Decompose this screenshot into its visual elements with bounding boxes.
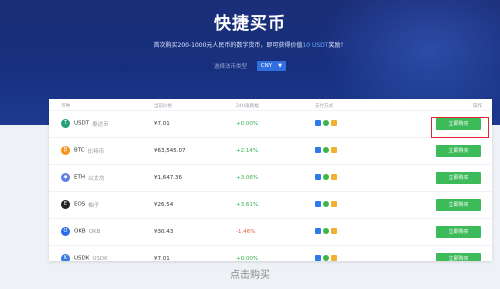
alipay-icon (331, 201, 337, 207)
bank-card-icon (315, 120, 321, 126)
table-row: K USDK USDK ¥7.01 +0.00% 立即购买 (49, 245, 492, 261)
coin-symbol: OKB (74, 228, 86, 235)
price: ¥63,545.07 (154, 148, 186, 154)
coin-symbol: BTC (74, 147, 85, 154)
table-row: ₿ BTC 比特币 ¥63,545.07 +2.14% 立即购买 (49, 137, 492, 164)
coin-icon: ◆ (61, 173, 70, 182)
bank-card-icon (315, 201, 321, 207)
wechat-pay-icon (323, 174, 329, 180)
change: +0.00% (236, 121, 259, 127)
coin-name: 泰达币 (92, 121, 109, 128)
bank-card-icon (315, 255, 321, 261)
coin-cell: T USDT 泰达币 (61, 119, 109, 128)
header-payment: 支付方式 (315, 104, 333, 109)
coin-name: OKB (88, 228, 101, 235)
payment-methods (315, 120, 339, 127)
coin-name: USDK (92, 255, 108, 262)
bank-card-icon (315, 174, 321, 180)
coin-symbol: USDT (74, 120, 90, 127)
subtitle-text-before: 首次购买200-1000元人民币的数字货币，即可获得价值 (153, 42, 303, 49)
payment-methods (315, 147, 339, 154)
table-row: T USDT 泰达币 ¥7.01 +0.00% 立即购买 (49, 110, 492, 137)
bank-card-icon (315, 147, 321, 153)
payment-methods (315, 201, 339, 208)
bank-card-icon (315, 228, 321, 234)
coin-name: 柚子 (88, 202, 100, 209)
buy-now-button[interactable]: 立即购买 (436, 172, 481, 184)
hero-subtitle: 首次购买200-1000元人民币的数字货币，即可获得价值10 USDT奖励！ (0, 40, 500, 49)
table-header: 币种 当前价格 24H涨跌幅 支付方式 操作 (49, 99, 492, 110)
change: +2.14% (236, 148, 259, 154)
table-body: T USDT 泰达币 ¥7.01 +0.00% 立即购买 ₿ BTC 比特币 ¥63,545.07… (49, 110, 492, 261)
buy-now-button[interactable]: 立即购买 (436, 145, 481, 157)
currency-selector-row: 选择法币类型 CNY ▼ (0, 61, 500, 71)
price: ¥7.01 (154, 121, 170, 127)
price: ¥30.43 (154, 229, 174, 235)
page-title: 快捷买币 (214, 14, 286, 34)
currency-value: CNY (260, 63, 273, 69)
alipay-icon (331, 255, 337, 261)
coin-name: 以太坊 (87, 175, 105, 182)
chevron-down-icon: ▼ (278, 63, 282, 69)
coin-cell: ◆ ETH 以太坊 (61, 173, 105, 182)
coin-icon: T (61, 119, 70, 128)
price: ¥1,647.36 (154, 175, 182, 181)
subtitle-text-after: 奖励！ (328, 42, 347, 49)
alipay-icon (331, 228, 337, 234)
coin-symbol: EOS (74, 201, 86, 208)
coin-cell: ₿ BTC 比特币 (61, 146, 104, 155)
reward-link[interactable]: 10 USDT (302, 42, 328, 49)
buy-now-button[interactable]: 立即购买 (436, 253, 481, 261)
payment-methods (315, 174, 339, 181)
wechat-pay-icon (323, 255, 329, 261)
change: +3.61% (236, 202, 259, 208)
payment-methods (315, 255, 339, 261)
coin-cell: K USDK USDK (61, 254, 108, 261)
payment-methods (315, 228, 339, 235)
coin-cell: O OKB OKB (61, 227, 100, 236)
coin-symbol: ETH (74, 174, 85, 181)
wechat-pay-icon (323, 201, 329, 207)
header-price: 当前价格 (154, 104, 172, 109)
footer-caption: 点击购买 (230, 270, 270, 281)
wechat-pay-icon (323, 120, 329, 126)
coin-icon: O (61, 227, 70, 236)
coin-icon: K (61, 254, 70, 261)
highlight-box (431, 117, 489, 138)
buy-now-button[interactable]: 立即购买 (436, 226, 481, 238)
header-action: 操作 (473, 104, 482, 109)
coin-name: 比特币 (87, 148, 105, 155)
currency-select[interactable]: CNY ▼ (256, 61, 286, 71)
currency-label: 选择法币类型 (214, 64, 248, 70)
coin-symbol: USDK (74, 255, 90, 262)
header-coin: 币种 (61, 104, 70, 109)
price: ¥26.54 (154, 202, 174, 208)
coin-icon: ₿ (61, 146, 70, 155)
buy-now-button[interactable]: 立即购买 (436, 199, 481, 211)
wechat-pay-icon (323, 147, 329, 153)
coin-icon: E (61, 200, 70, 209)
coin-table: 币种 当前价格 24H涨跌幅 支付方式 操作 T USDT 泰达币 ¥7.01 +0.0… (49, 99, 492, 261)
price: ¥7.01 (154, 256, 170, 261)
coin-cell: E EOS 柚子 (61, 200, 99, 209)
change: +3.06% (236, 175, 259, 181)
wechat-pay-icon (323, 228, 329, 234)
alipay-icon (331, 120, 337, 126)
alipay-icon (331, 174, 337, 180)
table-row: O OKB OKB ¥30.43 -1.46% 立即购买 (49, 218, 492, 245)
change: -1.46% (236, 229, 256, 235)
table-row: ◆ ETH 以太坊 ¥1,647.36 +3.06% 立即购买 (49, 164, 492, 191)
alipay-icon (331, 147, 337, 153)
table-row: E EOS 柚子 ¥26.54 +3.61% 立即购买 (49, 191, 492, 218)
change: +0.00% (236, 256, 259, 261)
header-change: 24H涨跌幅 (236, 104, 259, 109)
